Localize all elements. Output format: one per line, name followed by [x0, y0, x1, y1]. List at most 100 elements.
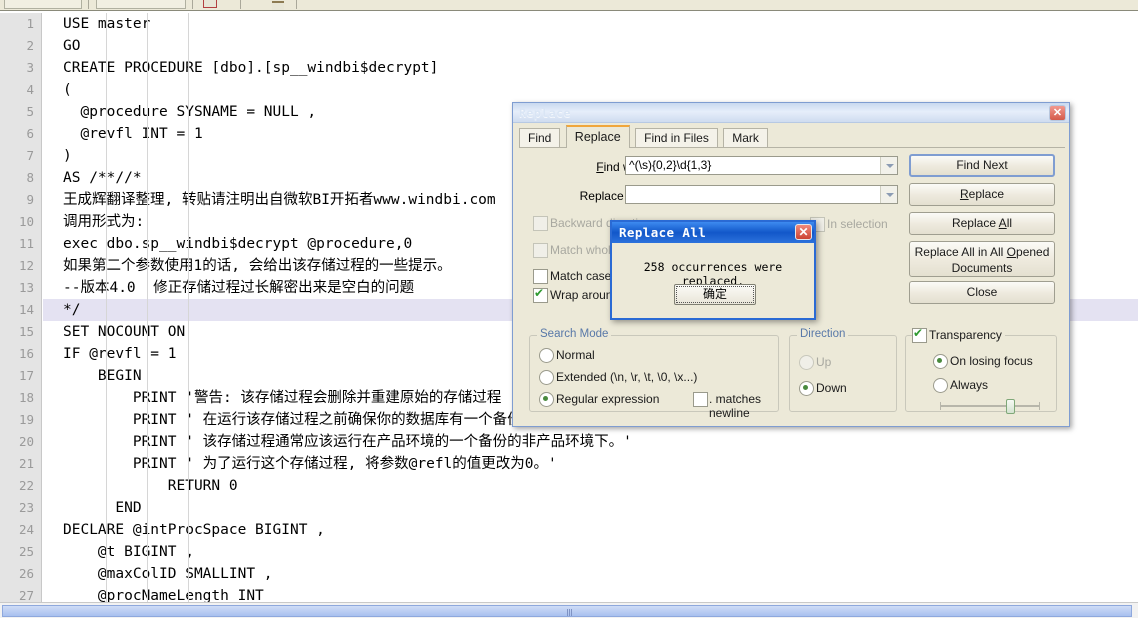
code-line[interactable]: RETURN 0	[43, 475, 1138, 497]
line-number: 25	[18, 544, 34, 559]
code-line[interactable]: GO	[43, 35, 1138, 57]
slider-tick-right	[1039, 402, 1040, 410]
checkbox-transparency[interactable]: Transparency	[912, 326, 1005, 343]
line-number: 21	[18, 456, 34, 471]
line-number: 17	[18, 368, 34, 383]
messagebox-title: Replace All	[619, 225, 707, 240]
line-number: 22	[18, 478, 34, 493]
code-line[interactable]: END	[43, 497, 1138, 519]
transparency-slider[interactable]	[940, 398, 1040, 414]
toolbar-separator-1	[88, 0, 89, 9]
close-button[interactable]: Close	[909, 281, 1055, 304]
radio-search-mode-extended[interactable]: Extended (\n, \r, \t, \0, \x...)	[539, 370, 697, 385]
line-number: 24	[18, 522, 34, 537]
indent-guide	[147, 13, 148, 605]
code-line[interactable]: DECLARE @intProcSpace BIGINT ,	[43, 519, 1138, 541]
messagebox-titlebar[interactable]: Replace All ✕	[612, 222, 814, 243]
line-number: 5	[26, 104, 34, 119]
ok-button[interactable]: 确定	[674, 284, 756, 305]
line-number: 11	[18, 236, 34, 251]
scrollbar-grip-icon	[567, 609, 573, 616]
find-what-input[interactable]: ^(\s){0,2}\d{1,3}	[625, 156, 898, 175]
direction-legend: Direction	[797, 328, 849, 340]
toolbar-separator-3	[240, 0, 241, 9]
code-line[interactable]: (	[43, 79, 1138, 101]
tab-mark[interactable]: Mark	[723, 128, 768, 148]
search-mode-group: Search Mode Normal Extended (\n, \r, \t,…	[529, 328, 779, 420]
replace-dialog-tabs[interactable]: Find Replace Find in Files Mark	[519, 125, 769, 148]
replace-button-label: eplace	[968, 187, 1005, 201]
replace-all-button[interactable]: Replace All	[909, 212, 1055, 235]
slider-thumb[interactable]	[1005, 399, 1015, 414]
code-line[interactable]: @maxColID SMALLINT ,	[43, 563, 1138, 585]
toolbar-group-1[interactable]	[4, 0, 82, 9]
line-number: 14	[18, 302, 34, 317]
radio-search-mode-regex[interactable]: Regular expression	[539, 392, 659, 407]
line-number: 15	[18, 324, 34, 339]
line-number: 2	[26, 38, 34, 53]
line-number: 9	[26, 192, 34, 207]
editor-toolbar	[0, 0, 1138, 11]
find-next-button[interactable]: Find Next	[909, 154, 1055, 177]
code-line[interactable]: PRINT ' 该存储过程通常应该运行在产品环境的一个备份的非产品环境下。'	[43, 431, 1138, 453]
direction-group: Direction Up Down	[789, 328, 897, 412]
close-icon[interactable]: ✕	[795, 224, 812, 240]
code-line[interactable]: @t BIGINT ,	[43, 541, 1138, 563]
toolbar-separator-2	[192, 0, 193, 9]
line-number: 12	[18, 258, 34, 273]
line-number: 26	[18, 566, 34, 581]
replace-dialog-title: Replace	[519, 106, 571, 120]
notepadpp-window: 1 2 3 4 5 6 7 8 9 10 11 12 13 14 15 16 17 18 19 20 21 22 23 24 2…	[0, 0, 1138, 618]
close-icon[interactable]: ✕	[1049, 105, 1066, 121]
replace-with-input[interactable]	[625, 185, 898, 204]
chevron-down-icon[interactable]	[880, 186, 897, 203]
toolbar-line-icon[interactable]	[272, 1, 284, 10]
replace-all-opened-button[interactable]: Replace All in All Opened Documents	[909, 241, 1055, 277]
line-number: 23	[18, 500, 34, 515]
line-number: 3	[26, 60, 34, 75]
tab-find[interactable]: Find	[519, 128, 561, 148]
code-line[interactable]: CREATE PROCEDURE [dbo].[sp__windbi$decry…	[43, 57, 1138, 79]
line-number: 16	[18, 346, 34, 361]
line-number: 20	[18, 434, 34, 449]
slider-track	[940, 405, 1040, 407]
line-number: 8	[26, 170, 34, 185]
checkbox-match-case[interactable]: Match case	[533, 269, 611, 284]
line-number: 1	[26, 16, 34, 31]
scrollbar-thumb[interactable]	[2, 605, 1132, 617]
radio-always[interactable]: Always	[933, 378, 988, 393]
indent-guide	[106, 13, 107, 605]
chevron-down-icon[interactable]	[880, 157, 897, 174]
line-number: 10	[18, 214, 34, 229]
radio-search-mode-normal[interactable]: Normal	[539, 348, 595, 363]
toolbar-separator-4	[296, 0, 297, 9]
replace-all-messagebox[interactable]: Replace All ✕ 258 occurrences were repla…	[610, 220, 816, 320]
indent-guide	[188, 13, 189, 605]
code-line[interactable]: PRINT ' 为了运行这个存储过程, 将参数@refl的值更改为0。'	[43, 453, 1138, 475]
line-number-gutter: 1 2 3 4 5 6 7 8 9 10 11 12 13 14 15 16 17 18 19 20 21 22 23 24 2…	[0, 13, 42, 605]
checkbox-matches-newline[interactable]: . matches newline	[693, 392, 778, 420]
radio-direction-up: Up	[799, 355, 831, 370]
line-number: 7	[26, 148, 34, 163]
find-what-value: ^(\s){0,2}\d{1,3}	[629, 158, 712, 172]
horizontal-scrollbar[interactable]	[0, 602, 1138, 618]
checkbox-in-selection: In selection	[810, 217, 888, 232]
tab-find-in-files[interactable]: Find in Files	[635, 128, 718, 148]
replace-dialog-titlebar[interactable]: Replace ✕	[513, 103, 1069, 123]
radio-on-losing-focus[interactable]: On losing focus	[933, 354, 1033, 369]
line-number: 13	[18, 280, 34, 295]
line-number: 18	[18, 390, 34, 405]
line-number: 4	[26, 82, 34, 97]
radio-direction-down[interactable]: Down	[799, 381, 847, 396]
toolbar-group-2[interactable]	[96, 0, 186, 9]
slider-tick-left	[940, 402, 941, 410]
checkbox-wrap-around[interactable]: Wrap around	[533, 286, 619, 303]
search-mode-legend: Search Mode	[537, 328, 612, 340]
tab-replace[interactable]: Replace	[565, 125, 630, 148]
replace-button[interactable]: Replace	[909, 183, 1055, 206]
line-number: 19	[18, 412, 34, 427]
line-number: 6	[26, 126, 34, 141]
toolbar-stop-icon[interactable]	[203, 0, 217, 8]
code-line[interactable]: USE master	[43, 13, 1138, 35]
transparency-group: Transparency On losing focus Always	[905, 326, 1057, 414]
